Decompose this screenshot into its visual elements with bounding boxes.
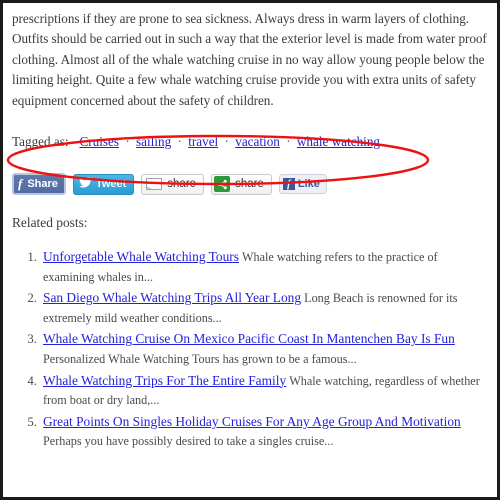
facebook-f-icon: f (282, 178, 295, 191)
tag-link-travel[interactable]: travel (188, 134, 218, 149)
tags-label: Tagged as: (12, 134, 69, 150)
envelope-icon (146, 178, 163, 191)
tag-separator: · (224, 134, 229, 150)
related-post-link-2[interactable]: San Diego Whale Watching Trips All Year … (43, 290, 301, 305)
facebook-like-button[interactable]: f Like (278, 174, 327, 195)
list-item: Whale Watching Cruise On Mexico Pacific … (40, 329, 487, 369)
related-post-link-3[interactable]: Whale Watching Cruise On Mexico Pacific … (43, 331, 455, 346)
addthis-share-button[interactable]: share (211, 173, 272, 195)
related-posts-list: Unforgetable Whale Watching Tours Whale … (12, 247, 487, 452)
list-item: Whale Watching Trips For The Entire Fami… (40, 371, 487, 411)
addthis-share-label: share (235, 178, 264, 191)
related-post-link-4[interactable]: Whale Watching Trips For The Entire Fami… (43, 373, 286, 388)
social-share-bar: f Share Tweet share share f Like (12, 173, 487, 196)
related-posts-heading: Related posts: (12, 215, 88, 231)
article-paragraph: prescriptions if they are prone to sea s… (12, 11, 487, 108)
tag-separator: · (286, 134, 291, 150)
tag-separator: · (125, 134, 130, 150)
email-share-button[interactable]: share (141, 173, 205, 195)
related-post-link-5[interactable]: Great Points On Singles Holiday Cruises … (43, 414, 461, 429)
tag-link-whale-watching[interactable]: whale watching (297, 134, 380, 149)
list-item: San Diego Whale Watching Trips All Year … (40, 288, 487, 328)
article-content: prescriptions if they are prone to sea s… (3, 3, 497, 497)
tag-link-sailing[interactable]: sailing (136, 134, 171, 149)
facebook-share-label: Share (27, 178, 58, 191)
related-post-excerpt-3: Personalized Whale Watching Tours has gr… (43, 352, 357, 366)
tags-row: Tagged as: Cruises · sailing · travel · … (12, 133, 487, 151)
facebook-like-label: Like (297, 178, 320, 191)
twitter-bird-icon (78, 177, 92, 191)
list-item: Great Points On Singles Holiday Cruises … (40, 412, 487, 452)
email-share-label: share (167, 178, 197, 191)
twitter-tweet-button[interactable]: Tweet (72, 173, 135, 195)
list-item: Unforgetable Whale Watching Tours Whale … (40, 247, 487, 287)
tag-separator: · (177, 134, 182, 150)
tag-link-vacation[interactable]: vacation (235, 134, 280, 149)
related-post-link-1[interactable]: Unforgetable Whale Watching Tours (43, 249, 239, 264)
facebook-share-button[interactable]: f Share (12, 173, 66, 196)
page-screenshot: prescriptions if they are prone to sea s… (0, 0, 500, 500)
related-post-excerpt-5: Perhaps you have possibly desired to tak… (43, 434, 334, 449)
share-nodes-icon (214, 176, 231, 193)
tag-link-cruises[interactable]: Cruises (79, 134, 119, 149)
facebook-f-icon: f (18, 176, 23, 192)
twitter-tweet-label: Tweet (95, 178, 127, 191)
